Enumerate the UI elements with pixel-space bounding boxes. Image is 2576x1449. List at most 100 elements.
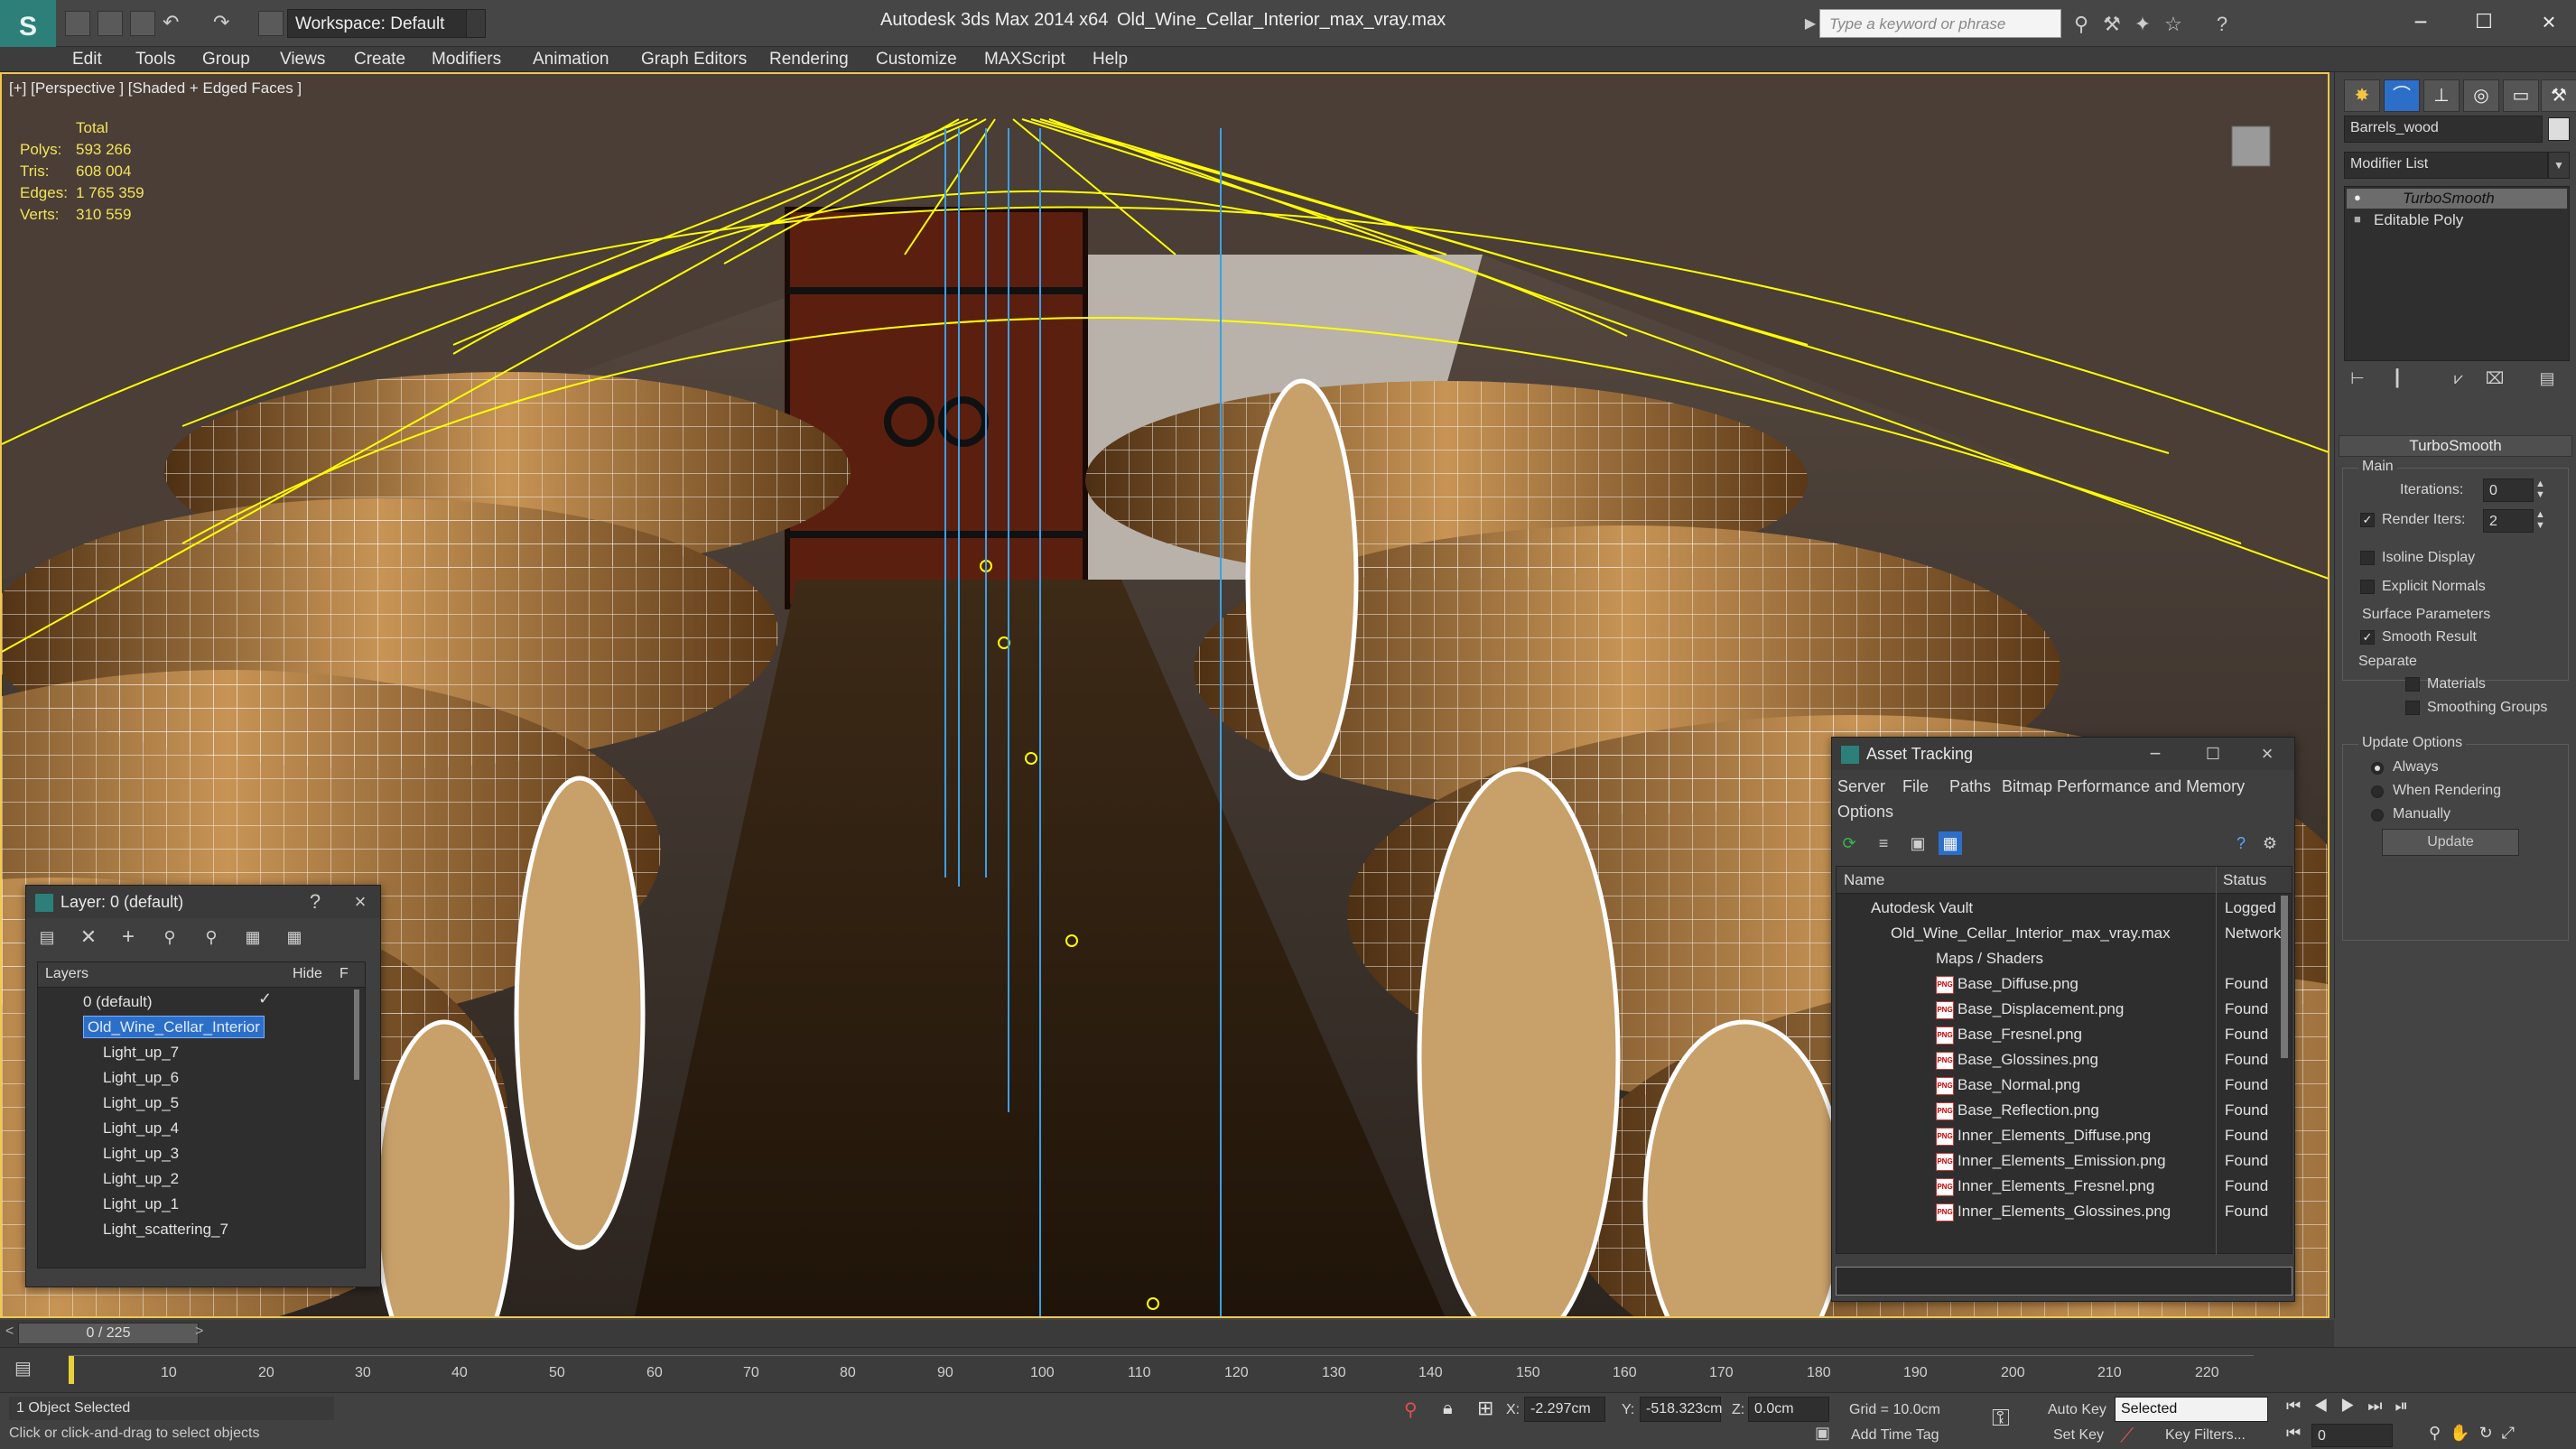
asset-menu-file[interactable]: File	[1902, 777, 1929, 796]
menu-group[interactable]: Group	[202, 47, 250, 72]
layer-manager-window[interactable]: Layer: 0 (default) ? × ▤ ✕ + ⚲ ⚲ ▦ ▦ Lay…	[25, 885, 381, 1287]
asset-help-icon[interactable]: ?	[2229, 831, 2253, 855]
asset-path-field[interactable]	[1836, 1267, 2292, 1296]
default-in-out-tangent-icon[interactable]: ⟋	[2120, 1424, 2134, 1447]
manually-radio[interactable]	[2371, 809, 2384, 822]
workspace-dropdown[interactable]: Workspace: Default	[287, 9, 486, 38]
save-file-icon[interactable]	[130, 11, 155, 36]
playback-controls[interactable]: ⏮◀▶⏭⏯	[2286, 1397, 2571, 1420]
viewport-label[interactable]: [+] [Perspective ] [Shaded + Edged Faces…	[9, 79, 302, 98]
time-slider[interactable]: < 0 / 225 >	[0, 1320, 2334, 1347]
remove-modifier-icon[interactable]: ⌧	[2483, 367, 2506, 390]
col-freeze[interactable]: F	[339, 966, 349, 982]
close-icon[interactable]: ×	[2526, 5, 2571, 38]
time-slider-thumb[interactable]: 0 / 225	[18, 1323, 199, 1344]
object-color-swatch[interactable]	[2548, 117, 2570, 141]
turbosmooth-rollout-header[interactable]: TurboSmooth	[2339, 435, 2572, 457]
asset-row[interactable]: Old_Wine_Cellar_Interior_max_vray.max	[1837, 921, 2292, 946]
asset-row[interactable]: PNG Inner_Elements_Diffuse.png	[1837, 1123, 2292, 1148]
asset-row[interactable]: PNG Inner_Elements_Glossines.png	[1837, 1199, 2292, 1224]
menu-graph-editors[interactable]: Graph Editors	[641, 47, 747, 72]
materials-checkbox[interactable]	[2405, 677, 2420, 692]
col-name[interactable]: Name	[1844, 871, 1884, 889]
always-radio[interactable]	[2371, 762, 2384, 775]
when-rendering-radio[interactable]	[2371, 785, 2384, 798]
absolute-mode-icon[interactable]: ⊞	[1477, 1397, 1493, 1420]
time-tag-icon[interactable]: ▣	[1815, 1424, 1830, 1443]
iterations-spinner-icon[interactable]: ▲ ▼	[2535, 478, 2545, 500]
layer-row[interactable]: Light_up_6	[38, 1065, 365, 1091]
layer-row[interactable]: Light_scattering_7	[38, 1217, 365, 1242]
set-key-mode-icon[interactable]: ⚿	[1992, 1404, 2010, 1433]
layer-row[interactable]: 0 (default)	[38, 989, 365, 1015]
asset-close-icon[interactable]: ×	[2251, 738, 2283, 770]
isoline-checkbox[interactable]	[2360, 551, 2375, 565]
lightbulb-icon[interactable]: ●	[2354, 190, 2361, 204]
asset-row[interactable]: Maps / Shaders	[1837, 946, 2292, 971]
binoculars-icon[interactable]: ⚲	[2069, 13, 2093, 36]
z-coordinate-field[interactable]: 0.0cm	[1748, 1397, 1829, 1422]
smooth-result-checkbox[interactable]: ✓	[2360, 630, 2375, 645]
hide-all-layers-icon[interactable]: ▦	[241, 925, 265, 949]
viewcube-icon[interactable]	[2231, 125, 2271, 167]
asset-maximize-icon[interactable]: ☐	[2197, 738, 2229, 770]
workspace-dropdown-arrow-icon[interactable]	[466, 9, 486, 38]
select-objects-icon[interactable]: ⚲	[158, 925, 181, 949]
isolate-selection-icon[interactable]: ⚲	[1404, 1398, 1418, 1421]
refresh-icon[interactable]: ⟳	[1837, 831, 1861, 855]
modify-tab-icon[interactable]: ⌒	[2384, 79, 2420, 112]
current-frame-field[interactable]: 0	[2311, 1424, 2393, 1447]
current-frame-marker[interactable]	[69, 1355, 74, 1384]
mini-curve-editor-icon[interactable]: ▤	[14, 1357, 42, 1384]
help-icon[interactable]: ?	[2210, 13, 2234, 36]
key-set-dropdown[interactable]: Selected	[2115, 1397, 2268, 1422]
show-end-result-icon[interactable]: ┃	[2385, 367, 2409, 390]
asset-row[interactable]: PNG Base_Glossines.png	[1837, 1047, 2292, 1073]
col-status[interactable]: Status	[2223, 871, 2266, 889]
redo-icon[interactable]: ↷	[213, 11, 238, 36]
x-coordinate-field[interactable]: -2.297cm	[1524, 1397, 1605, 1422]
layer-window-close-icon[interactable]: ×	[344, 886, 377, 918]
layer-row[interactable]: Light_up_4	[38, 1116, 365, 1141]
hierarchy-tab-icon[interactable]: ⊥	[2423, 79, 2460, 112]
configure-sets-icon[interactable]: ▤	[2535, 367, 2559, 390]
selection-lock-icon[interactable]: 🔒︎	[1443, 1398, 1453, 1419]
open-file-icon[interactable]	[98, 11, 123, 36]
set-key-button[interactable]: Set Key	[2053, 1427, 2104, 1444]
asset-minimize-icon[interactable]: −	[2139, 738, 2171, 770]
viewport-navigation-icons[interactable]: ⚲✋↻⤢	[2429, 1424, 2524, 1443]
project-folder-icon[interactable]	[258, 11, 284, 36]
modifier-list-arrow-icon[interactable]: ▼	[2548, 152, 2570, 179]
menu-modifiers[interactable]: Modifiers	[432, 47, 501, 72]
highlight-layer-icon[interactable]: ⚲	[200, 925, 223, 949]
menu-help[interactable]: Help	[1093, 47, 1128, 72]
layer-list[interactable]: Layers Hide F 0 (default) ✓ Old_Wine_Cel…	[37, 961, 366, 1268]
object-name-field[interactable]: Barrels_wood	[2344, 116, 2543, 143]
asset-menu-options[interactable]: Options	[1837, 803, 1893, 822]
minimize-icon[interactable]: −	[2398, 5, 2443, 38]
table-view-icon[interactable]: ▦	[1939, 831, 1962, 855]
search-input[interactable]: Type a keyword or phrase	[1819, 9, 2061, 38]
undo-icon[interactable]: ↶	[163, 11, 188, 36]
menu-maxscript[interactable]: MAXScript	[984, 47, 1065, 72]
layer-row[interactable]: Light_up_2	[38, 1166, 365, 1192]
asset-row[interactable]: PNG Base_Fresnel.png	[1837, 1022, 2292, 1047]
asset-row[interactable]: PNG Base_Reflection.png	[1837, 1098, 2292, 1123]
display-tab-icon[interactable]: ▭	[2503, 79, 2539, 112]
asset-row[interactable]: PNG Inner_Elements_Fresnel.png	[1837, 1174, 2292, 1199]
layer-list-scrollbar[interactable]	[354, 989, 359, 1080]
make-unique-icon[interactable]: ⩗	[2447, 367, 2470, 390]
pin-stack-icon[interactable]: ⊢	[2346, 367, 2369, 390]
app-logo-icon[interactable]: S	[0, 0, 56, 54]
menu-create[interactable]: Create	[354, 47, 405, 72]
add-time-tag[interactable]: Add Time Tag	[1851, 1427, 1939, 1444]
asset-settings-icon[interactable]: ⚙	[2258, 831, 2282, 855]
motion-tab-icon[interactable]: ◎	[2463, 79, 2499, 112]
menu-tools[interactable]: Tools	[135, 47, 175, 72]
layer-row[interactable]: Light_up_3	[38, 1141, 365, 1166]
asset-row[interactable]: Autodesk Vault	[1837, 896, 2292, 921]
asset-list[interactable]: Name Status Autodesk Vault Logged Old_Wi…	[1836, 866, 2292, 1255]
asset-row[interactable]: PNG Base_Diffuse.png	[1837, 971, 2292, 997]
asset-row[interactable]: PNG Base_Normal.png	[1837, 1073, 2292, 1098]
auto-key-button[interactable]: Auto Key	[2048, 1402, 2106, 1418]
